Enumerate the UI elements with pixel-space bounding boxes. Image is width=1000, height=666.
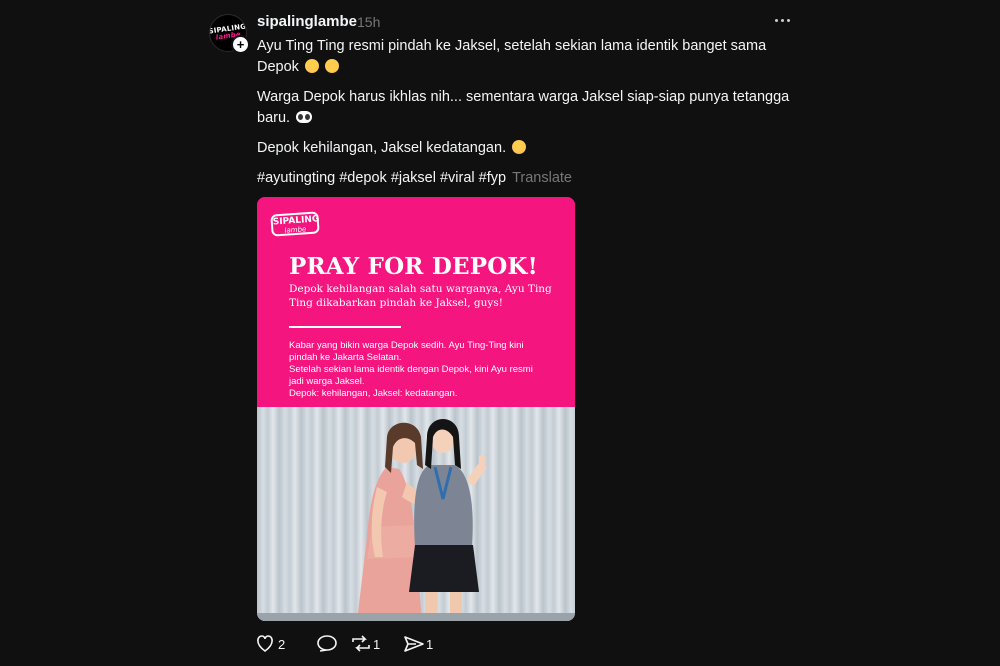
eyes-emoji-icon (296, 111, 313, 123)
photo-people-illustration (257, 419, 575, 621)
card-divider (289, 326, 401, 328)
card-subheadline: Depok kehilangan salah satu warganya, Ay… (289, 283, 552, 309)
send-icon[interactable] (404, 636, 424, 652)
share-button[interactable] (404, 636, 424, 652)
repost-icon[interactable] (352, 635, 370, 652)
card-photo (257, 407, 575, 621)
like-button[interactable] (257, 635, 273, 652)
card-body-line-1: Kabar yang bikin warga Depok sedih. Ayu … (289, 340, 524, 363)
hashtags[interactable]: #ayutingting #depok #jaksel #viral #fyp (257, 170, 506, 186)
repost-count: 1 (373, 637, 380, 652)
crying-face-emoji-icon (304, 59, 319, 73)
more-options-icon[interactable] (770, 10, 794, 30)
post-caption: Ayu Ting Ting resmi pindah ke Jaksel, se… (257, 36, 797, 198)
action-bar: 2 1 1 (257, 635, 433, 652)
comment-icon[interactable] (317, 635, 337, 652)
card-body-line-3: Depok: kehilangan, Jaksel: kedatangan. (289, 388, 458, 399)
card-body-line-2: Setelah sekian lama identik dengan Depok… (289, 364, 533, 387)
heart-icon[interactable] (257, 635, 273, 652)
like-count: 2 (278, 637, 285, 652)
card-body: Kabar yang bikin warga Depok sedih. Ayu … (289, 340, 544, 400)
share-count: 1 (426, 637, 433, 652)
caption-line-3: Depok kehilangan, Jaksel kedatangan. (257, 140, 507, 156)
username[interactable]: sipalinglambe (257, 13, 357, 30)
pleading-face-emoji-icon (512, 140, 527, 154)
caption-line-2: Warga Depok harus ikhlas nih... sementar… (257, 89, 790, 126)
repost-button[interactable] (352, 635, 370, 652)
reply-button[interactable] (317, 635, 337, 652)
follow-plus-icon[interactable]: + (231, 35, 250, 54)
post-image[interactable]: SIPALING lambe PRAY FOR DEPOK! Depok keh… (257, 197, 575, 621)
card-headline: PRAY FOR DEPOK! (289, 253, 538, 280)
translate-link[interactable]: Translate (512, 170, 572, 186)
laughing-face-emoji-icon (324, 59, 339, 73)
card-logo: SIPALING lambe (270, 211, 320, 237)
post-time: 15h (357, 14, 381, 30)
